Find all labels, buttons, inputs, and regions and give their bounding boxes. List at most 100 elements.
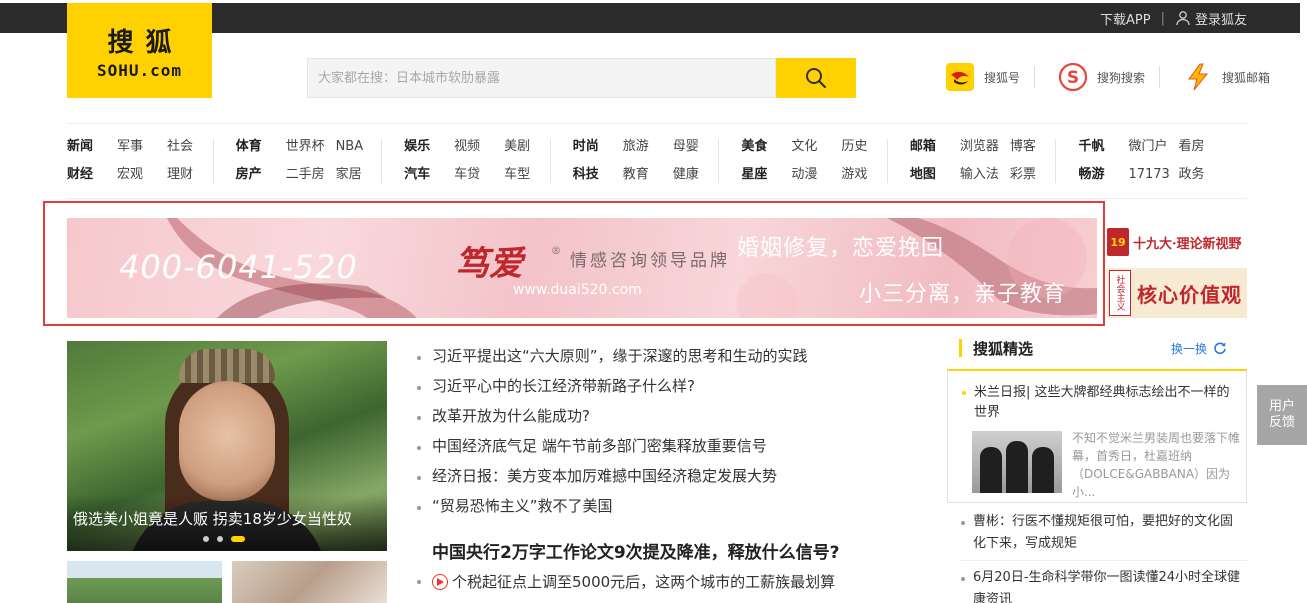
nav-link[interactable]: NBA xyxy=(336,137,364,165)
nav-link[interactable]: 浏览器 xyxy=(960,137,1010,165)
picks-item[interactable]: 6月20日-生命科学带你一图读懂24小时全球健康资讯 xyxy=(961,567,1241,603)
nav-row: 星座 动漫 游戏 xyxy=(741,165,910,193)
news-item[interactable]: 习近平心中的长江经济带新路子什么样? xyxy=(415,373,875,403)
mail-icon xyxy=(1184,63,1212,91)
nav-link[interactable]: 理财 xyxy=(167,165,193,193)
ad-phone-number: 400-6041-520 xyxy=(119,248,358,286)
login-link[interactable]: 登录狐友 xyxy=(1175,9,1247,28)
nav-link[interactable]: 健康 xyxy=(673,165,699,193)
nav-group: 娱乐 视频 美剧 汽车 车贷 车型 xyxy=(404,137,573,187)
nav-category-link[interactable]: 汽车 xyxy=(404,165,454,193)
logo-english-text: SOHU.com xyxy=(96,60,183,80)
service-sogou-search[interactable]: S 搜狗搜索 xyxy=(1059,63,1161,91)
nav-category-link[interactable]: 房产 xyxy=(236,165,286,193)
nav-link[interactable]: 博客 xyxy=(1010,137,1036,165)
carousel-dot-active[interactable] xyxy=(231,536,245,542)
news-item[interactable]: 习近平提出这“六大原则”，缘于深邃的思考和生动的实践 xyxy=(415,343,875,373)
refresh-button[interactable]: 换一换 xyxy=(1171,340,1227,357)
nav-row: 财经 宏观 理财 xyxy=(67,165,236,193)
nav-link[interactable]: 宏观 xyxy=(117,165,167,193)
nav-link[interactable]: 输入法 xyxy=(960,165,1010,193)
nav-row: 体育 世界杯 NBA xyxy=(236,137,405,165)
ad-slogan-2: 小三分离，亲子教育 xyxy=(859,282,1067,307)
nav-link[interactable]: 军事 xyxy=(117,137,167,165)
news-item[interactable]: “贸易恐怖主义”救不了美国 xyxy=(415,493,875,523)
refresh-label: 换一换 xyxy=(1170,341,1207,356)
nav-row: 千帆 微门户 看房 xyxy=(1078,137,1247,165)
nav-link[interactable]: 看房 xyxy=(1178,137,1204,165)
nav-group: 邮箱 浏览器 博客 地图 输入法 彩票 xyxy=(910,137,1079,187)
picks-featured-card[interactable]: 米兰日报| 这些大牌都经典标志绘出不一样的世界 不知不觉米兰男装周也要落下帷幕，… xyxy=(947,369,1247,503)
ad-slogan-1: 婚姻修复，恋爱挽回 xyxy=(737,236,945,261)
nav-category-link[interactable]: 星座 xyxy=(741,165,791,193)
logo-chinese-text: 搜狐 xyxy=(107,27,184,58)
nav-link[interactable]: 政务 xyxy=(1178,165,1204,193)
nav-link[interactable]: 17173 xyxy=(1128,165,1178,193)
nav-link[interactable]: 美剧 xyxy=(504,137,530,165)
nav-link[interactable]: 社会 xyxy=(167,137,193,165)
side-ad-theory[interactable]: 19 十九大·理论新视野 xyxy=(1107,225,1247,259)
video-news-item[interactable]: 个税起征点上调至5000元后，这两个城市的工薪族最划算 xyxy=(415,571,875,592)
nav-link[interactable]: 视频 xyxy=(454,137,504,165)
nav-link[interactable]: 微门户 xyxy=(1128,137,1178,165)
nav-category-link[interactable]: 娱乐 xyxy=(404,137,454,165)
search-button[interactable] xyxy=(776,58,856,98)
download-app-link[interactable]: 下载APP xyxy=(1100,9,1151,28)
service-sohu-hao[interactable]: 搜狐号 xyxy=(946,63,1036,91)
nav-link[interactable]: 旅游 xyxy=(623,137,673,165)
nav-category-link[interactable]: 美食 xyxy=(741,137,791,165)
thumbnail-photo[interactable] xyxy=(232,561,387,603)
video-news-text: 个税起征点上调至5000元后，这两个城市的工薪族最划算 xyxy=(452,573,836,591)
nav-link[interactable]: 游戏 xyxy=(841,165,867,193)
thumbnail-landscape[interactable] xyxy=(67,561,222,603)
nav-row: 时尚 旅游 母婴 xyxy=(573,137,742,165)
nav-link[interactable]: 世界杯 xyxy=(286,137,336,165)
nav-category-link[interactable]: 科技 xyxy=(573,165,623,193)
nav-link[interactable]: 历史 xyxy=(841,137,867,165)
service-sohu-mail[interactable]: 搜狐邮箱 xyxy=(1184,63,1270,91)
news-item[interactable]: 中国经济底气足 端午节前多部门密集释放重要信号 xyxy=(415,433,875,463)
picks-item[interactable]: 曹彬：行医不懂规矩很可怕，要把好的文化固化下来，写成规矩 xyxy=(961,511,1241,555)
nav-link[interactable]: 二手房 xyxy=(286,165,336,193)
nav-link[interactable]: 车型 xyxy=(504,165,530,193)
video-news-list: 个税起征点上调至5000元后，这两个城市的工薪族最划算 xyxy=(415,571,875,592)
sogou-icon: S xyxy=(1059,63,1088,91)
news-item[interactable]: 改革开放为什么能成功? xyxy=(415,403,875,433)
nav-row: 汽车 车贷 车型 xyxy=(404,165,573,193)
sohu-logo[interactable]: 搜狐 SOHU.com xyxy=(67,3,212,98)
side-ad-vertical-label: 社会主义 xyxy=(1109,270,1131,316)
feedback-button[interactable]: 用户反馈 xyxy=(1257,385,1307,445)
photo-carousel[interactable]: 俄选美小姐竟是人贩 拐卖18岁少女当性奴 xyxy=(67,341,387,551)
picks-card-description: 不知不觉米兰男装周也要落下帷幕，首秀日，杜嘉班纳（DOLCE&GABBANA）因… xyxy=(1072,431,1241,499)
nav-link[interactable]: 母婴 xyxy=(673,137,699,165)
nav-category-link[interactable]: 财经 xyxy=(67,165,117,193)
nav-row: 畅游 17173 政务 xyxy=(1078,165,1247,193)
nav-category-link[interactable]: 邮箱 xyxy=(910,137,960,165)
side-ad-values[interactable]: 社会主义 核心价值观 xyxy=(1107,268,1247,318)
nav-row: 娱乐 视频 美剧 xyxy=(404,137,573,165)
nav-link[interactable]: 家居 xyxy=(336,165,362,193)
nav-category-link[interactable]: 千帆 xyxy=(1078,137,1128,165)
ad-banner-duai[interactable]: 400-6041-520 笃爱 ® 情感咨询领导品牌 www.duai520.co… xyxy=(67,218,1097,318)
nav-link[interactable]: 动漫 xyxy=(791,165,841,193)
ad-brand-subtitle: ® 情感咨询领导品牌 xyxy=(551,246,730,271)
nav-category-link[interactable]: 畅游 xyxy=(1078,165,1128,193)
nav-link[interactable]: 车贷 xyxy=(454,165,504,193)
carousel-dots xyxy=(203,536,253,542)
nav-category-link[interactable]: 体育 xyxy=(236,137,286,165)
picks-header: 搜狐精选 换一换 xyxy=(947,327,1247,369)
nav-category-link[interactable]: 地图 xyxy=(910,165,960,193)
nav-category-link[interactable]: 时尚 xyxy=(573,137,623,165)
nav-category-link[interactable]: 新闻 xyxy=(67,137,117,165)
nav-link[interactable]: 文化 xyxy=(791,137,841,165)
services-bar: 搜狐号 S 搜狗搜索 搜狐邮箱 xyxy=(946,63,1294,91)
nav-link[interactable]: 彩票 xyxy=(1010,165,1036,193)
lead-headline[interactable]: 中国央行2万字工作论文9次提及降准，释放什么信号? xyxy=(432,538,840,563)
service-label: 搜狐号 xyxy=(984,70,1021,85)
carousel-dot[interactable] xyxy=(203,536,209,542)
sohu-picks-panel: 搜狐精选 换一换 米兰日报| 这些大牌都经典标志绘出不一样的世界 不知不觉米兰男… xyxy=(947,327,1247,603)
search-input[interactable] xyxy=(307,58,776,98)
news-item[interactable]: 经济日报：美方变本加厉难撼中国经济稳定发展大势 xyxy=(415,463,875,493)
carousel-dot[interactable] xyxy=(217,536,223,542)
nav-link[interactable]: 教育 xyxy=(623,165,673,193)
